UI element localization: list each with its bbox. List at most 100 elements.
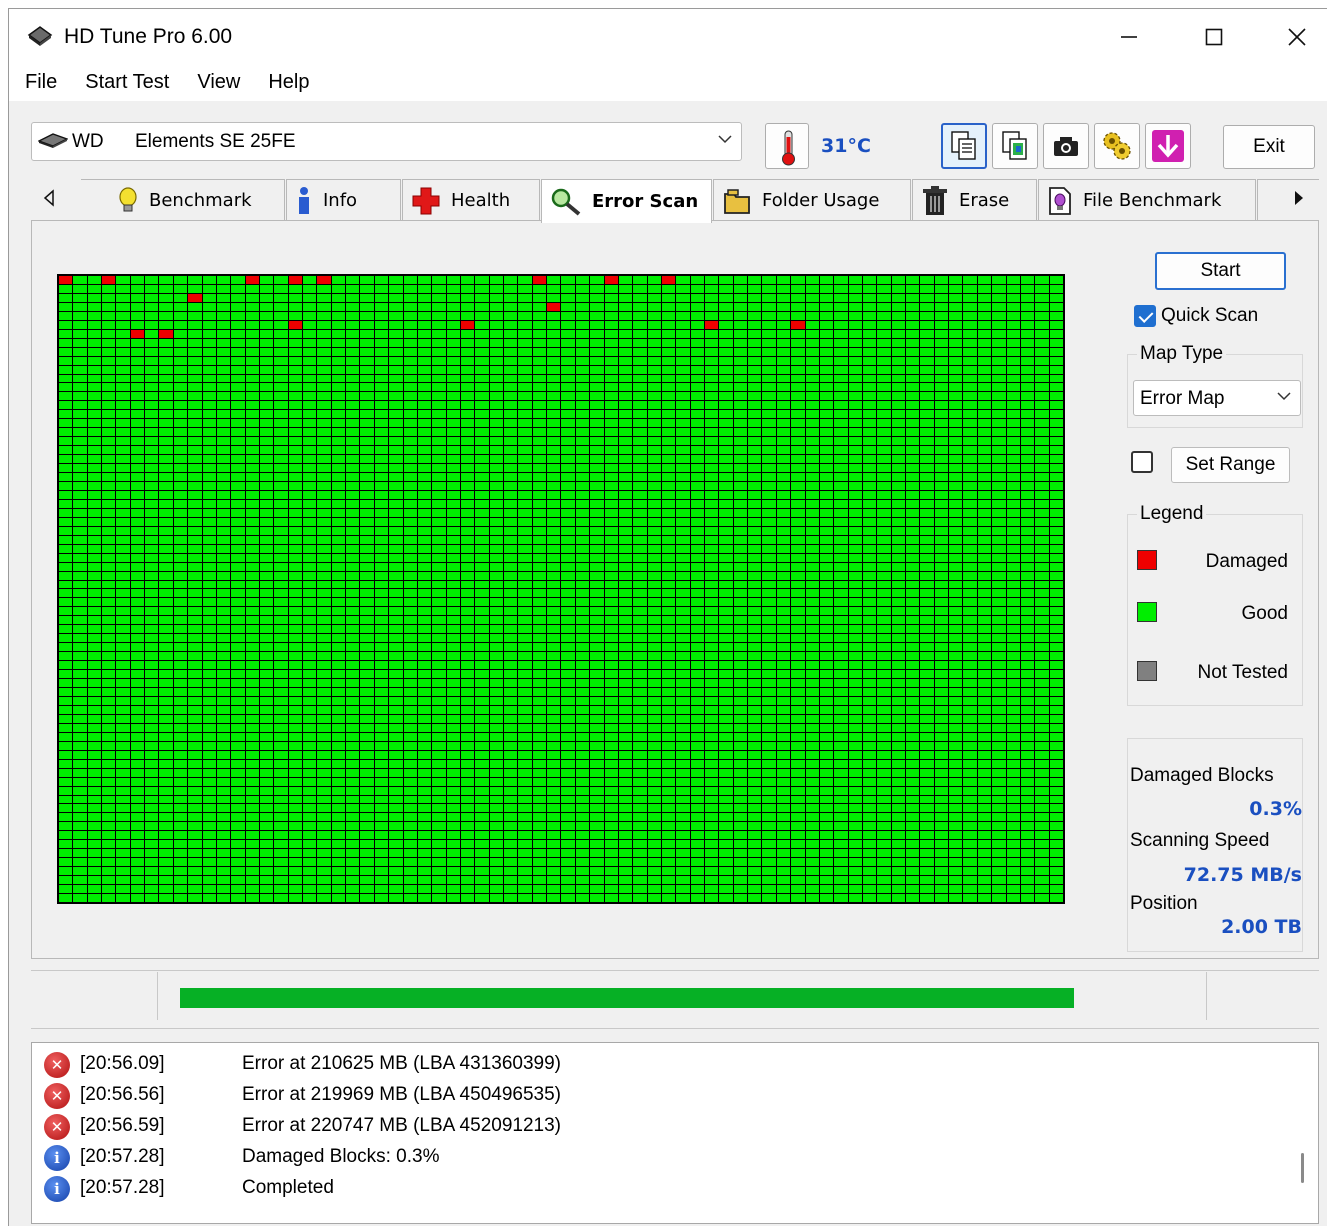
tab-error-scan[interactable]: Error Scan [541,179,712,223]
good-block [303,670,317,679]
good-block [705,768,719,777]
save-button[interactable] [1145,123,1191,169]
good-block [346,822,360,831]
good-block [374,446,389,455]
good-block [231,867,245,876]
good-block [575,786,590,795]
good-block [116,293,130,302]
minimize-button[interactable] [1109,19,1149,55]
tab-health[interactable]: Health [402,179,540,221]
good-block [906,499,920,508]
good-block [690,634,705,643]
good-block [303,652,317,661]
good-block [259,383,274,392]
good-block [303,759,317,768]
good-block [59,365,73,374]
good-block [676,768,690,777]
good-block [245,849,259,858]
good-block [690,446,705,455]
set-range-button[interactable]: Set Range [1171,447,1290,483]
good-block [116,428,130,437]
good-block [633,544,647,553]
good-block [59,768,73,777]
tab-benchmark[interactable]: Benchmark [81,179,285,221]
set-range-checkbox[interactable] [1131,451,1153,473]
good-block [834,795,848,804]
good-block [977,768,992,777]
good-block [1006,544,1020,553]
exit-button[interactable]: Exit [1223,125,1315,169]
good-block [259,616,274,625]
good-block [1006,661,1020,670]
good-block [949,526,963,535]
good-block [819,517,834,526]
good-block [274,607,288,616]
menu-help[interactable]: Help [252,65,321,101]
good-block [1020,670,1035,679]
chevron-down-icon [718,135,732,144]
quick-scan-checkbox[interactable] [1134,305,1156,327]
good-block [303,535,317,544]
good-block [633,293,647,302]
good-block [561,598,575,607]
close-button[interactable] [1277,19,1317,55]
good-block [489,750,504,759]
good-block [862,634,877,643]
temperature-button[interactable] [765,123,809,169]
good-block [1020,652,1035,661]
good-block [834,750,848,759]
good-block [719,455,733,464]
good-block [977,526,992,535]
good-block [934,759,949,768]
map-type-select[interactable]: Error Map [1133,380,1301,416]
good-block [245,482,259,490]
good-block [934,768,949,777]
good-block [102,831,116,840]
good-block [460,446,475,455]
good-block [561,840,575,849]
good-block [547,464,561,473]
copy-text-button[interactable] [941,123,987,169]
good-block [776,885,791,894]
good-block [547,428,561,437]
good-block [87,589,102,598]
good-block [661,840,676,849]
good-block [303,616,317,625]
good-block [906,849,920,858]
good-block [87,813,102,822]
good-block [834,276,848,284]
good-block [475,759,489,768]
good-block [920,795,934,804]
tab-file-benchmark[interactable]: File Benchmark [1038,179,1256,221]
good-block [647,464,661,473]
tab-info[interactable]: Info [286,179,401,221]
good-block [575,696,590,705]
good-block [288,822,303,831]
good-block [504,446,518,455]
menu-start-test[interactable]: Start Test [69,65,181,101]
good-block [245,473,259,481]
tab-scroll-left-icon[interactable] [43,189,55,207]
tab-folder-usage[interactable]: Folder Usage [713,179,911,221]
good-block [145,383,159,392]
good-block [130,320,145,329]
start-button[interactable]: Start [1155,252,1286,290]
good-block [202,723,216,732]
good-block [762,598,776,607]
options-button[interactable] [1094,123,1140,169]
menu-view[interactable]: View [181,65,252,101]
good-block [618,338,633,347]
good-block [949,723,963,732]
good-block [819,849,834,858]
good-block [360,813,374,822]
tab-scroll-right-icon[interactable] [1293,189,1305,207]
screenshot-button[interactable] [1043,123,1089,169]
copy-screenshot-button[interactable] [992,123,1038,169]
maximize-button[interactable] [1194,19,1234,55]
drive-select[interactable]: WD Elements SE 25FE [31,122,742,161]
good-block [1020,795,1035,804]
tab-erase[interactable]: Erase [912,179,1037,221]
good-block [547,473,561,481]
menu-file[interactable]: File [9,65,69,101]
good-block [317,625,331,634]
